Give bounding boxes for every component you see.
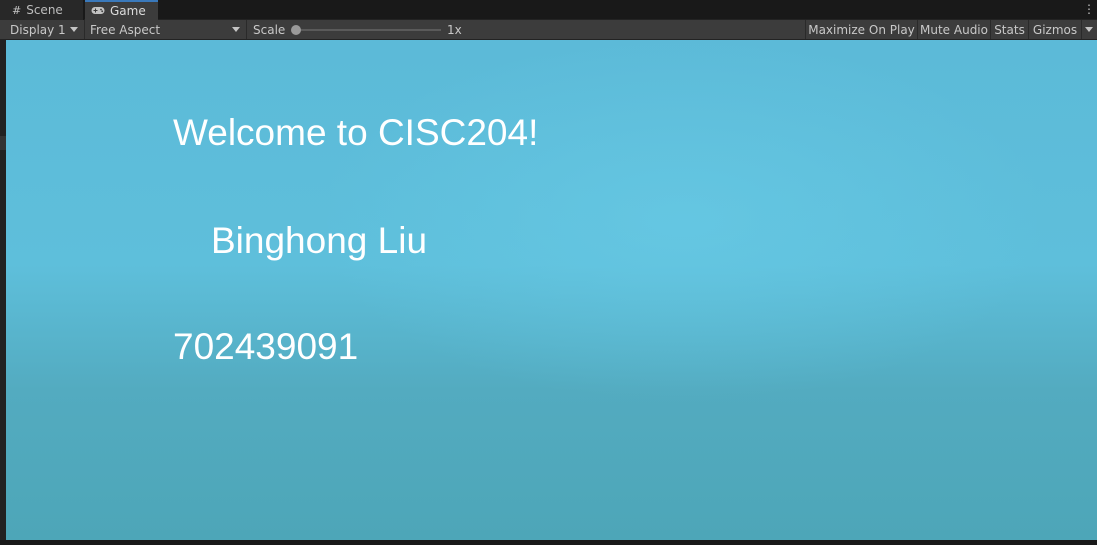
scale-label: Scale [253,22,286,37]
display-dropdown-label: Display 1 [10,22,66,37]
unity-game-window: # Scene Game ⋮ Display 1 Free Aspect Sca… [0,0,1097,545]
tab-bar: # Scene Game ⋮ [0,0,1097,20]
grid-icon: # [12,3,22,17]
bottom-border [0,540,1097,545]
tab-game-label: Game [110,4,146,18]
scale-slider-track[interactable] [296,29,441,31]
student-id-text: 702439091 [173,326,359,367]
scale-slider-handle[interactable] [291,25,301,35]
gizmos-dropdown[interactable] [1081,20,1097,39]
welcome-text: Welcome to CISC204! [173,112,539,153]
mute-audio-toggle[interactable]: Mute Audio [917,20,990,39]
stats-toggle[interactable]: Stats [990,20,1028,39]
display-dropdown[interactable]: Display 1 [0,20,85,39]
maximize-on-play-toggle[interactable]: Maximize On Play [805,20,917,39]
aspect-dropdown[interactable]: Free Aspect [86,20,247,39]
tab-game[interactable]: Game [85,0,158,20]
gamepad-icon-svg [91,6,105,14]
scale-value: 1x [447,22,462,37]
aspect-dropdown-label: Free Aspect [90,22,161,37]
tab-scene[interactable]: # Scene [0,0,84,20]
kebab-menu-icon[interactable]: ⋮ [1083,1,1095,17]
chevron-down-icon [232,27,240,32]
student-name-text: Binghong Liu [211,220,428,261]
tab-scene-label: Scene [26,3,63,17]
game-toolbar: Display 1 Free Aspect Scale 1x Maximize … [0,20,1097,40]
gizmos-toggle[interactable]: Gizmos [1028,20,1081,39]
gamepad-icon [91,5,105,18]
chevron-down-icon [1085,27,1093,32]
chevron-down-icon [70,27,78,32]
game-viewport[interactable]: Welcome to CISC204! Binghong Liu 7024390… [6,40,1097,540]
